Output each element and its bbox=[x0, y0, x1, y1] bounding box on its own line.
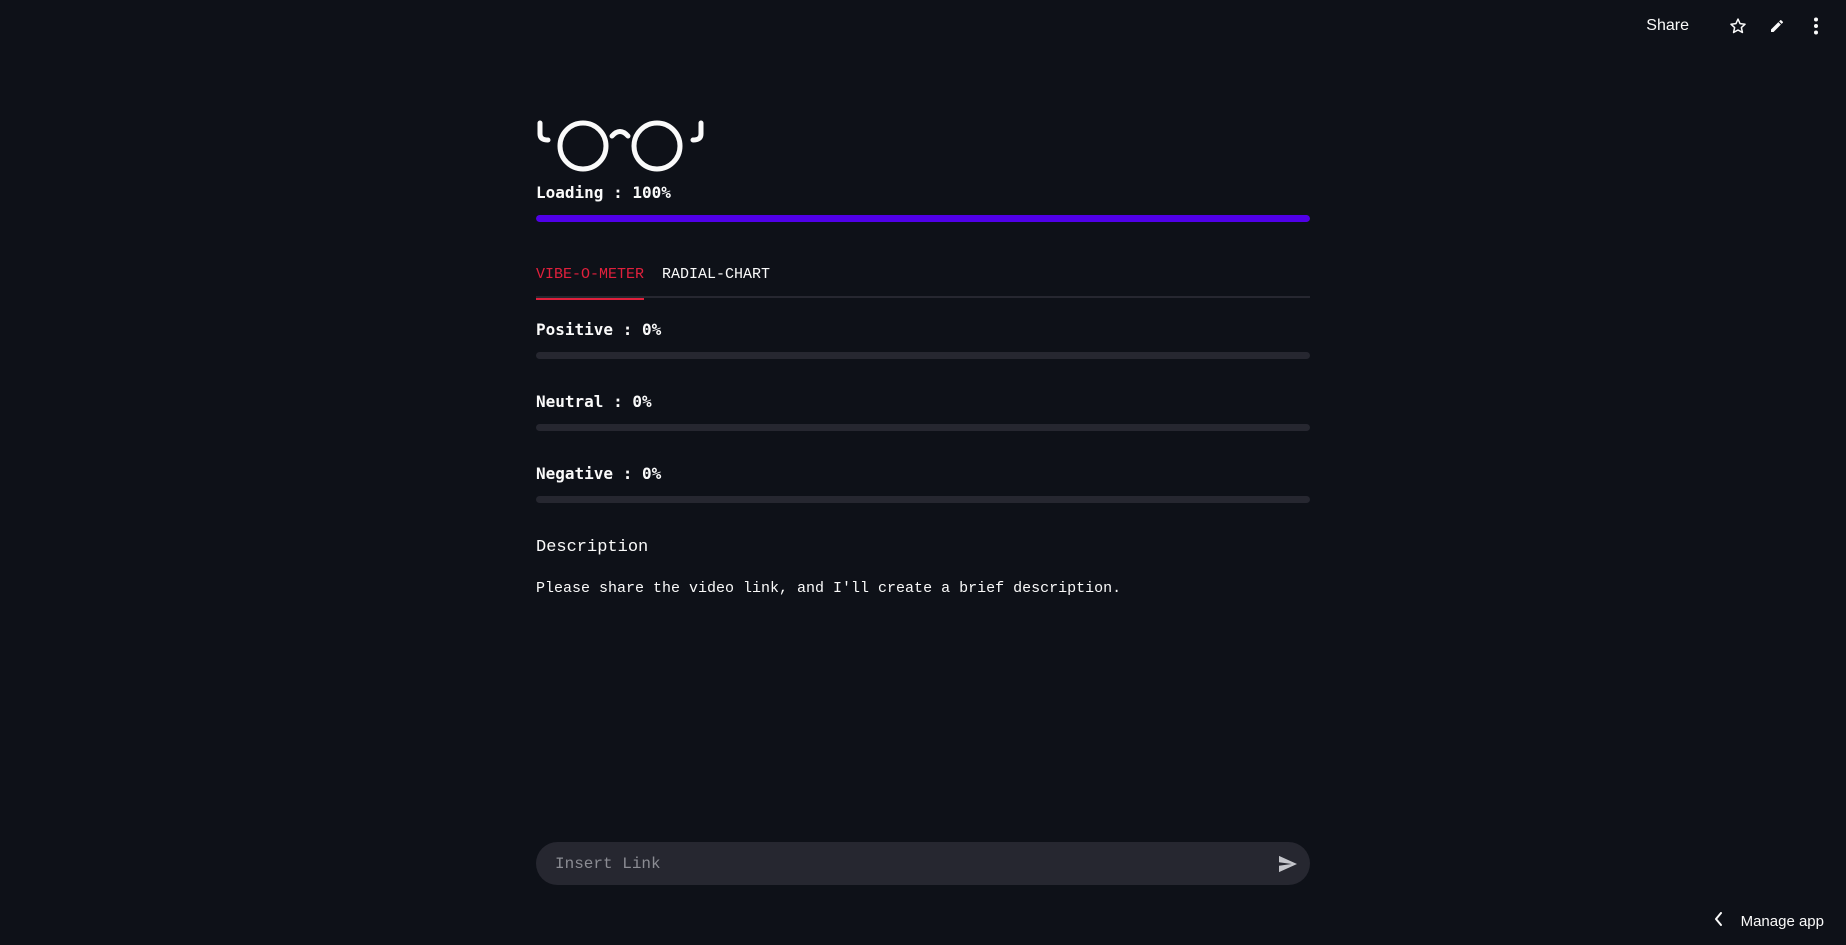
positive-label: Positive : 0% bbox=[536, 320, 662, 339]
manage-app-label: Manage app bbox=[1740, 913, 1824, 930]
chevron-left-icon bbox=[1714, 912, 1723, 931]
main-content: Loading : 100% VIBE-O-METER RADIAL-CHART… bbox=[536, 118, 1310, 599]
negative-meter: Negative : 0% bbox=[536, 463, 1310, 535]
pencil-icon[interactable] bbox=[1767, 16, 1787, 36]
app-toolbar: Share bbox=[1646, 0, 1846, 52]
positive-track bbox=[536, 352, 1310, 359]
negative-track bbox=[536, 496, 1310, 503]
neutral-meter: Neutral : 0% bbox=[536, 391, 1310, 463]
tab-bar: VIBE-O-METER RADIAL-CHART bbox=[536, 265, 1310, 300]
loading-track bbox=[536, 215, 1310, 222]
more-vertical-icon[interactable] bbox=[1806, 16, 1826, 36]
tab-vibe-o-meter[interactable]: VIBE-O-METER bbox=[536, 265, 645, 300]
loading-progress: Loading : 100% bbox=[536, 182, 1310, 222]
tab-radial-chart[interactable]: RADIAL-CHART bbox=[662, 265, 770, 298]
loading-label: Loading : 100% bbox=[536, 183, 671, 202]
link-chat-input-container bbox=[536, 842, 1310, 885]
neutral-label: Neutral : 0% bbox=[536, 392, 652, 411]
description-text: Please share the video link, and I'll cr… bbox=[536, 580, 1122, 597]
manage-app-button[interactable]: Manage app bbox=[1714, 912, 1824, 931]
negative-label: Negative : 0% bbox=[536, 464, 662, 483]
loading-fill bbox=[536, 215, 1310, 222]
link-input[interactable] bbox=[536, 842, 1266, 885]
positive-meter: Positive : 0% bbox=[536, 319, 1310, 391]
vibe-meters: Positive : 0% Neutral : 0% Negative : 0% bbox=[536, 319, 1310, 535]
glasses-logo-icon bbox=[537, 120, 704, 172]
share-button[interactable]: Share bbox=[1646, 17, 1689, 35]
star-icon[interactable] bbox=[1728, 16, 1748, 36]
send-icon[interactable] bbox=[1266, 842, 1310, 885]
description-heading: Description bbox=[536, 538, 649, 557]
neutral-track bbox=[536, 424, 1310, 431]
